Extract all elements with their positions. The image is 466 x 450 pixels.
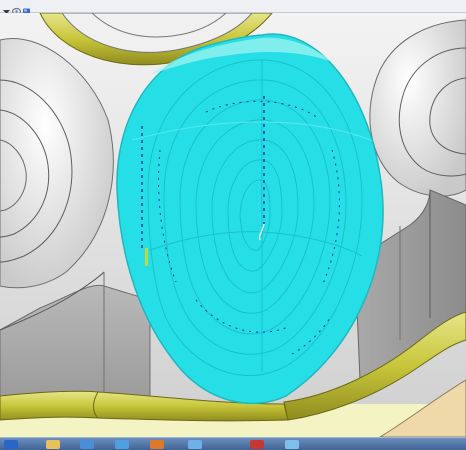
internet-explorer-icon[interactable] [115,440,129,449]
view-orientation-icon[interactable] [11,1,22,16]
shading-mode-icon[interactable] [22,1,31,15]
cam-application-window [0,0,466,450]
toolbar [0,0,466,16]
media-player-icon[interactable] [150,440,164,449]
active-window-icon[interactable] [285,440,299,449]
folder-icon[interactable] [46,440,60,449]
3d-viewport[interactable] [0,13,466,437]
toolpath-start-marker[interactable] [145,248,148,266]
cam-application-icon[interactable] [188,440,202,449]
windows-taskbar [0,437,466,450]
show-desktop-icon[interactable] [4,440,18,449]
windows-explorer-icon[interactable] [80,440,94,449]
cad-application-icon[interactable] [250,440,264,449]
dropdown-arrow-icon[interactable] [2,1,11,14]
